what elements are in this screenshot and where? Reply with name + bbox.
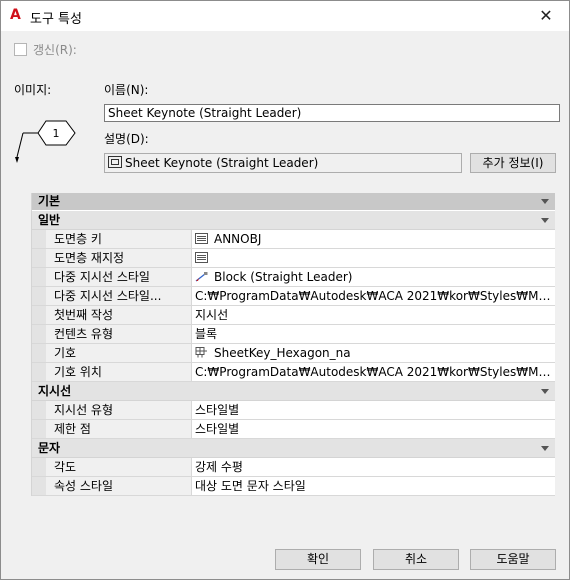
ok-button[interactable]: 확인 bbox=[275, 549, 361, 570]
title-bar: A 도구 특성 ✕ bbox=[1, 1, 569, 31]
name-input[interactable]: Sheet Keynote (Straight Leader) bbox=[104, 104, 560, 122]
property-row-symbol-location[interactable]: 기호 위치 C:₩ProgramData₩Autodesk₩ACA 2021₩k… bbox=[32, 363, 555, 382]
property-name: 속성 스타일 bbox=[46, 477, 192, 495]
section-title: 일반 bbox=[38, 213, 61, 227]
property-name: 다중 지시선 스타일... bbox=[46, 287, 192, 305]
property-grid: 기본 일반 도면층 키 ANNOBJ 도면층 재지정 다중 지시선 스타일 Bl… bbox=[31, 193, 555, 496]
close-button[interactable]: ✕ bbox=[523, 1, 569, 31]
basic-category-title: 기본 bbox=[38, 194, 61, 208]
section-title: 지시선 bbox=[38, 384, 72, 398]
property-name: 기호 bbox=[46, 344, 192, 362]
property-row-mleader-style[interactable]: 다중 지시선 스타일 Block (Straight Leader) bbox=[32, 268, 555, 287]
update-checkbox[interactable] bbox=[14, 43, 27, 56]
property-name: 다중 지시선 스타일 bbox=[46, 268, 192, 286]
chevron-down-icon[interactable] bbox=[541, 199, 549, 204]
update-label: 갱신(R): bbox=[33, 43, 77, 57]
property-row-leader-type[interactable]: 지시선 유형 스타일별 bbox=[32, 401, 555, 420]
section-general[interactable]: 일반 bbox=[32, 211, 555, 230]
property-name: 첫번째 작성 bbox=[46, 306, 192, 324]
property-value[interactable]: 강제 수평 bbox=[192, 458, 555, 476]
name-label: 이름(N): bbox=[104, 83, 149, 97]
property-name: 각도 bbox=[46, 458, 192, 476]
property-row-mleader-style-location[interactable]: 다중 지시선 스타일... C:₩ProgramData₩Autodesk₩AC… bbox=[32, 287, 555, 306]
help-button[interactable]: 도움말 bbox=[470, 549, 556, 570]
property-value[interactable]: 스타일별 bbox=[192, 401, 555, 419]
property-value[interactable]: 블록 bbox=[192, 325, 555, 343]
description-field-icon bbox=[108, 156, 122, 168]
property-value[interactable]: 지시선 bbox=[192, 306, 555, 324]
chevron-down-icon[interactable] bbox=[541, 218, 549, 223]
property-value[interactable]: C:₩ProgramData₩Autodesk₩ACA 2021₩kor₩Sty… bbox=[192, 287, 555, 305]
property-value[interactable]: 대상 도면 문자 스타일 bbox=[192, 477, 555, 495]
layer-key-icon bbox=[195, 233, 208, 244]
property-value[interactable] bbox=[192, 249, 555, 267]
property-value[interactable]: C:₩ProgramData₩Autodesk₩ACA 2021₩kor₩Sty… bbox=[192, 363, 555, 381]
property-value[interactable]: SheetKey_Hexagon_na bbox=[192, 344, 555, 362]
property-name: 기호 위치 bbox=[46, 363, 192, 381]
property-row-angle[interactable]: 각도 강제 수평 bbox=[32, 458, 555, 477]
property-row-layer-key[interactable]: 도면층 키 ANNOBJ bbox=[32, 230, 555, 249]
update-checkbox-row[interactable]: 갱신(R): bbox=[14, 41, 77, 58]
property-row-first-create[interactable]: 첫번째 작성 지시선 bbox=[32, 306, 555, 325]
property-row-symbol[interactable]: 기호 SheetKey_Hexagon_na bbox=[32, 344, 555, 363]
property-row-attribute-style[interactable]: 속성 스타일 대상 도면 문자 스타일 bbox=[32, 477, 555, 496]
property-name: 도면층 재지정 bbox=[46, 249, 192, 267]
property-name: 도면층 키 bbox=[46, 230, 192, 248]
autocad-logo-icon: A bbox=[10, 7, 21, 23]
property-value[interactable]: 스타일별 bbox=[192, 420, 555, 438]
mleader-style-icon bbox=[195, 272, 208, 282]
description-value: Sheet Keynote (Straight Leader) bbox=[125, 156, 319, 170]
chevron-down-icon[interactable] bbox=[541, 446, 549, 451]
block-symbol-icon bbox=[195, 347, 207, 358]
property-name: 지시선 유형 bbox=[46, 401, 192, 419]
chevron-down-icon[interactable] bbox=[541, 389, 549, 394]
description-input[interactable]: Sheet Keynote (Straight Leader) bbox=[104, 153, 462, 173]
tool-image-preview[interactable]: 1 bbox=[11, 113, 81, 165]
section-title: 문자 bbox=[38, 441, 61, 455]
cancel-button[interactable]: 취소 bbox=[373, 549, 459, 570]
property-row-limit-points[interactable]: 제한 점 스타일별 bbox=[32, 420, 555, 439]
property-row-layer-override[interactable]: 도면층 재지정 bbox=[32, 249, 555, 268]
property-value[interactable]: Block (Straight Leader) bbox=[192, 268, 555, 286]
section-leader[interactable]: 지시선 bbox=[32, 382, 555, 401]
property-grid-header[interactable]: 기본 bbox=[32, 193, 555, 211]
property-row-content-type[interactable]: 컨텐츠 유형 블록 bbox=[32, 325, 555, 344]
tool-properties-dialog: A 도구 특성 ✕ 갱신(R): 이미지: 1 이름(N): Sheet Key… bbox=[0, 0, 570, 580]
property-name: 컨텐츠 유형 bbox=[46, 325, 192, 343]
layer-override-icon bbox=[195, 252, 208, 263]
property-value[interactable]: ANNOBJ bbox=[192, 230, 555, 248]
preview-number: 1 bbox=[53, 127, 60, 140]
dialog-title: 도구 특성 bbox=[30, 12, 82, 27]
property-name: 제한 점 bbox=[46, 420, 192, 438]
section-text[interactable]: 문자 bbox=[32, 439, 555, 458]
image-label: 이미지: bbox=[14, 83, 52, 97]
description-label: 설명(D): bbox=[104, 132, 149, 146]
more-info-button[interactable]: 추가 정보(I) bbox=[470, 153, 556, 173]
